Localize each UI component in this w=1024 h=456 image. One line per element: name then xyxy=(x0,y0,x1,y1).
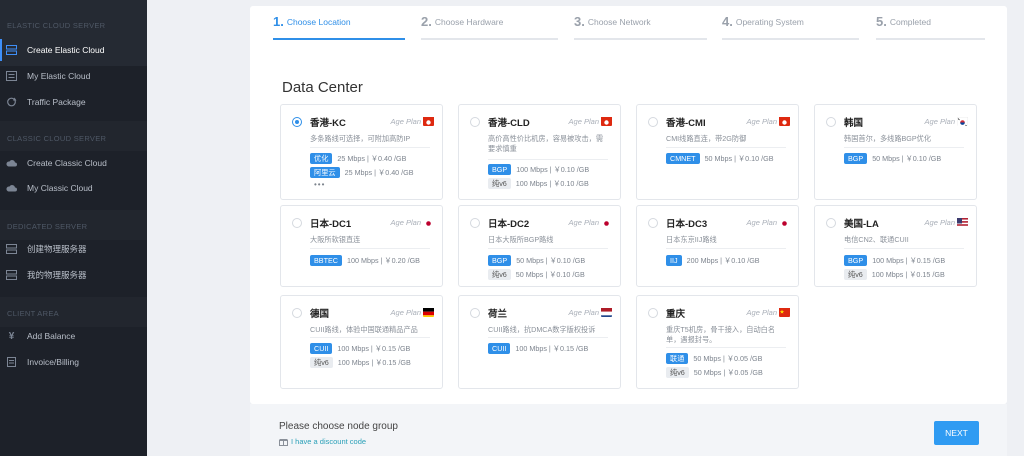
datacenter-card-kr[interactable]: 韩国 Age Plan 韩国首尔，多线路BGP优化 BGP 50 Mbps | ￥… xyxy=(814,104,977,200)
sidebar-item-add-balance[interactable]: ¥ Add Balance xyxy=(0,325,147,347)
server-icon xyxy=(6,244,17,254)
sidebar-section-client: CLIENT AREA xyxy=(7,309,59,318)
nl-flag-icon xyxy=(601,306,612,317)
sidebar-item-label: Create Elastic Cloud xyxy=(27,45,105,55)
datacenter-card-cq[interactable]: 重庆 Age Plan 重庆T5机房，骨干接入，自动白名单，遇报封号。 联通 50… xyxy=(636,295,799,389)
sidebar-item-create-elastic-cloud[interactable]: Create Elastic Cloud xyxy=(0,39,147,61)
network-line: BBTEC 100 Mbps | ￥0.20 /GB xyxy=(310,255,420,266)
more-lines-indicator[interactable]: ••• xyxy=(314,180,325,189)
sidebar-section-dedicated: DEDICATED SERVER xyxy=(7,222,88,231)
network-line: BGP 100 Mbps | ￥0.10 /GB xyxy=(488,164,589,175)
hk-flag-icon xyxy=(779,115,790,126)
network-line: 纯v6 50 Mbps | ￥0.05 /GB xyxy=(666,367,763,378)
jp-flag-icon xyxy=(601,216,612,227)
sidebar-item-my-classic-cloud[interactable]: My Classic Cloud xyxy=(0,177,147,199)
radio-button[interactable] xyxy=(648,218,658,228)
sidebar-section-elastic: ELASTIC CLOUD SERVER xyxy=(7,21,106,30)
network-line: 阿里云 25 Mbps | ￥0.40 /GB xyxy=(310,167,414,178)
network-line: BGP 100 Mbps | ￥0.15 /GB xyxy=(844,255,945,266)
network-line: BGP 50 Mbps | ￥0.10 /GB xyxy=(488,255,585,266)
radio-button[interactable] xyxy=(826,117,836,127)
sidebar-item-label: My Classic Cloud xyxy=(27,183,93,193)
datacenter-card-jp-dc1[interactable]: 日本-DC1 Age Plan 大阪所软银直连 BBTEC 100 Mbps | … xyxy=(280,205,443,287)
radio-button[interactable] xyxy=(292,117,302,127)
sidebar-item-invoice-billing[interactable]: Invoice/Billing xyxy=(0,351,147,373)
kr-flag-icon xyxy=(957,115,968,126)
list-icon xyxy=(6,71,17,81)
jp-flag-icon xyxy=(423,216,434,227)
server-icon xyxy=(6,270,17,280)
datacenter-card-hk-cld[interactable]: 香港-CLD Age Plan 高价高性价比机房，容易被攻击，需要求慎重 BGP… xyxy=(458,104,621,200)
hk-flag-icon xyxy=(601,115,612,126)
network-line: 纯v6 100 Mbps | ￥0.15 /GB xyxy=(844,269,945,280)
network-line: CMNET 50 Mbps | ￥0.10 /GB xyxy=(666,153,774,164)
datacenter-card-hk-cmi[interactable]: 香港-CMI Age Plan CMI线路直连，带2G防御 CMNET 50 Mb… xyxy=(636,104,799,200)
next-button[interactable]: NEXT xyxy=(934,421,979,445)
refresh-icon xyxy=(6,97,17,107)
step-progress-bar xyxy=(574,38,707,40)
step-progress-bar xyxy=(722,38,859,40)
sidebar-section-classic: CLASSIC CLOUD SERVER xyxy=(7,134,107,143)
network-line: CUII 100 Mbps | ￥0.15 /GB xyxy=(488,343,588,354)
step-choose-location[interactable]: 1. Choose Location xyxy=(273,14,405,40)
footer-message: Please choose node group xyxy=(279,421,398,432)
step-progress-bar xyxy=(421,38,558,40)
datacenter-card-jp-dc2[interactable]: 日本-DC2 Age Plan 日本大阪所BGP路线 BGP 50 Mbps | … xyxy=(458,205,621,287)
sidebar-item-my-elastic-cloud[interactable]: My Elastic Cloud xyxy=(0,65,147,87)
cloud-icon xyxy=(6,183,17,193)
radio-button[interactable] xyxy=(470,218,480,228)
step-choose-network[interactable]: 3. Choose Network xyxy=(574,14,707,40)
sidebar-item-label: My Elastic Cloud xyxy=(27,71,91,81)
sidebar-item-label: 创建物理服务器 xyxy=(27,244,87,254)
datacenter-card-us-la[interactable]: 美国-LA Age Plan 电信CN2、联通CUII BGP 100 Mbps … xyxy=(814,205,977,287)
network-line: BGP 50 Mbps | ￥0.10 /GB xyxy=(844,153,941,164)
sidebar-item-label: 我的物理服务器 xyxy=(27,270,87,280)
datacenter-card-de[interactable]: 德国 Age Plan CUII路线，体验中国联通精品产品 CUII 100 Mb… xyxy=(280,295,443,389)
sidebar-item-traffic-package[interactable]: Traffic Package xyxy=(0,91,147,113)
datacenter-card-jp-dc3[interactable]: 日本-DC3 Age Plan 日本东京IIJ路线 IIJ 200 Mbps | … xyxy=(636,205,799,287)
us-flag-icon xyxy=(957,216,968,227)
network-line: IIJ 200 Mbps | ￥0.10 /GB xyxy=(666,255,760,266)
step-operating-system[interactable]: 4. Operating System xyxy=(722,14,859,40)
datacenter-card-nl[interactable]: 荷兰 Age Plan CUII路线，抗DMCA数字版权投诉 CUII 100 M… xyxy=(458,295,621,389)
network-line: 纯v6 100 Mbps | ￥0.10 /GB xyxy=(488,178,589,189)
sidebar-item-create-classic-cloud[interactable]: Create Classic Cloud xyxy=(0,152,147,174)
cloud-icon xyxy=(6,158,17,168)
network-line: CUII 100 Mbps | ￥0.15 /GB xyxy=(310,343,410,354)
step-completed[interactable]: 5. Completed xyxy=(876,14,985,40)
jp-flag-icon xyxy=(779,216,790,227)
network-line: 纯v6 100 Mbps | ￥0.15 /GB xyxy=(310,357,411,368)
step-progress-bar xyxy=(273,38,405,40)
network-line: 联通 50 Mbps | ￥0.05 /GB xyxy=(666,353,762,364)
radio-button[interactable] xyxy=(470,308,480,318)
discount-code-link[interactable]: I have a discount code xyxy=(279,437,366,446)
radio-button[interactable] xyxy=(292,308,302,318)
server-icon xyxy=(6,45,17,55)
yen-icon: ¥ xyxy=(8,330,15,342)
sidebar-item-create-dedicated[interactable]: 创建物理服务器 xyxy=(0,238,147,260)
section-title: Data Center xyxy=(282,79,363,96)
radio-button[interactable] xyxy=(826,218,836,228)
sidebar-item-label: Traffic Package xyxy=(27,97,86,107)
sidebar-item-label: Create Classic Cloud xyxy=(27,158,107,168)
radio-button[interactable] xyxy=(648,308,658,318)
sidebar-item-label: Invoice/Billing xyxy=(27,357,79,367)
radio-button[interactable] xyxy=(292,218,302,228)
discount-code-label: I have a discount code xyxy=(291,437,367,446)
step-progress-bar xyxy=(876,38,985,40)
sidebar-item-my-dedicated[interactable]: 我的物理服务器 xyxy=(0,264,147,286)
radio-button[interactable] xyxy=(470,117,480,127)
datacenter-card-hk-kc[interactable]: 香港-KC Age Plan 多条路线可选择，可附加高防IP 优化 25 Mbps… xyxy=(280,104,443,200)
network-line: 纯v6 50 Mbps | ￥0.10 /GB xyxy=(488,269,585,280)
de-flag-icon xyxy=(423,306,434,317)
sidebar-item-label: Add Balance xyxy=(27,331,76,341)
network-line: 优化 25 Mbps | ￥0.40 /GB xyxy=(310,153,406,164)
hk-flag-icon xyxy=(423,115,434,126)
step-choose-hardware[interactable]: 2. Choose Hardware xyxy=(421,14,558,40)
document-icon xyxy=(6,357,17,367)
gift-icon xyxy=(279,438,288,446)
radio-button[interactable] xyxy=(648,117,658,127)
sidebar: ELASTIC CLOUD SERVER Create Elastic Clou… xyxy=(0,0,147,456)
cn-flag-icon xyxy=(779,306,790,317)
